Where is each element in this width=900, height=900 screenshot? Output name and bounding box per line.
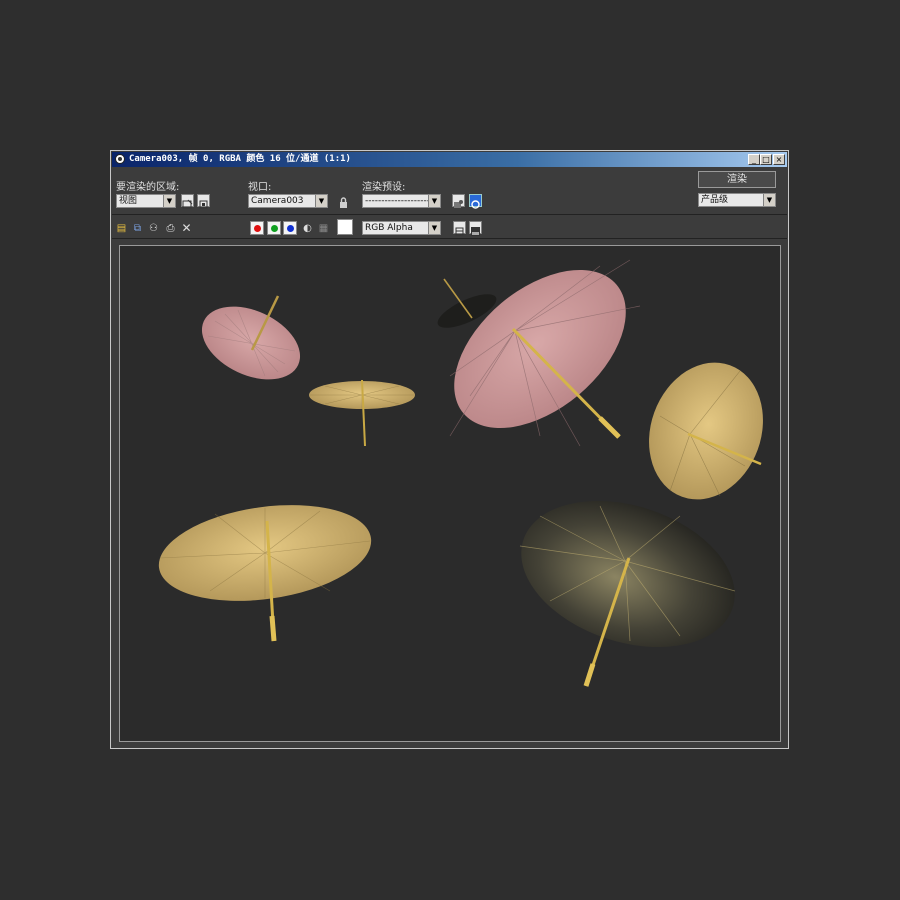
- preset-select[interactable]: ------------------------- ▼: [362, 194, 441, 208]
- rendered-umbrellas-image: [158, 259, 763, 687]
- auto-region-icon[interactable]: [197, 194, 210, 209]
- umbrella-gold-large: [158, 505, 372, 642]
- app-icon: [115, 154, 125, 164]
- umbrella-pink-large: [449, 259, 641, 447]
- viewport-select[interactable]: Camera003 ▼: [248, 194, 328, 208]
- area-value: 视图: [119, 196, 138, 206]
- red-channel-button[interactable]: [250, 221, 264, 235]
- chevron-down-icon: ▼: [763, 194, 775, 206]
- red-channel-icon: [254, 225, 261, 232]
- render-viewport[interactable]: [119, 245, 781, 742]
- quality-value: 产品级: [701, 195, 729, 205]
- channel-select[interactable]: RGB Alpha ▼: [362, 221, 441, 235]
- maximize-button[interactable]: □: [760, 154, 772, 165]
- umbrella-gold-small: [309, 379, 415, 447]
- chevron-down-icon: ▼: [428, 222, 440, 234]
- environment-icon[interactable]: [469, 194, 482, 209]
- umbrella-pink-small: [201, 295, 301, 380]
- chevron-down-icon: ▼: [428, 195, 440, 207]
- toggle-ui-icon[interactable]: [453, 221, 466, 236]
- viewport-label: 视口:: [248, 182, 272, 193]
- area-select[interactable]: 视图 ▼: [116, 194, 176, 208]
- render-button[interactable]: 渲染: [698, 171, 776, 188]
- preset-label: 渲染预设:: [362, 182, 406, 193]
- toolbar-divider: [112, 214, 787, 215]
- render-setup-icon[interactable]: [452, 194, 465, 208]
- close-button[interactable]: ×: [773, 154, 785, 165]
- edit-region-icon[interactable]: [181, 194, 194, 209]
- overlay-icon[interactable]: [469, 221, 482, 236]
- green-channel-icon: [271, 225, 278, 232]
- copy-icon[interactable]: ⧉: [132, 223, 143, 234]
- blue-channel-icon: [287, 225, 294, 232]
- green-channel-button[interactable]: [267, 221, 281, 235]
- channel-value: RGB Alpha: [365, 223, 413, 233]
- clone-icon[interactable]: ⚇: [148, 223, 159, 234]
- area-label: 要渲染的区域:: [116, 182, 180, 193]
- chevron-down-icon: ▼: [315, 195, 327, 207]
- umbrella-dark-large: [519, 500, 736, 687]
- print-icon[interactable]: ⎙: [165, 223, 176, 234]
- mono-icon[interactable]: ▦: [318, 223, 329, 234]
- lock-icon[interactable]: [338, 194, 351, 208]
- alpha-icon[interactable]: ◐: [302, 223, 313, 234]
- title-bar[interactable]: Camera003, 帧 0, RGBA 颜色 16 位/通道 (1:1) _ …: [112, 152, 787, 167]
- minimize-button[interactable]: _: [748, 154, 760, 165]
- clear-icon[interactable]: ✕: [181, 222, 192, 234]
- color-swatch[interactable]: [337, 219, 353, 235]
- blue-channel-button[interactable]: [283, 221, 297, 235]
- umbrella-gold-right: [649, 362, 763, 500]
- viewport-value: Camera003: [251, 196, 304, 206]
- quality-select[interactable]: 产品级 ▼: [698, 193, 776, 207]
- rendered-frame-window: Camera003, 帧 0, RGBA 颜色 16 位/通道 (1:1) _ …: [110, 150, 789, 749]
- window-title: Camera003, 帧 0, RGBA 颜色 16 位/通道 (1:1): [129, 154, 351, 164]
- chevron-down-icon: ▼: [163, 195, 175, 207]
- toolbar-divider: [112, 238, 787, 239]
- save-icon[interactable]: ▤: [116, 223, 127, 234]
